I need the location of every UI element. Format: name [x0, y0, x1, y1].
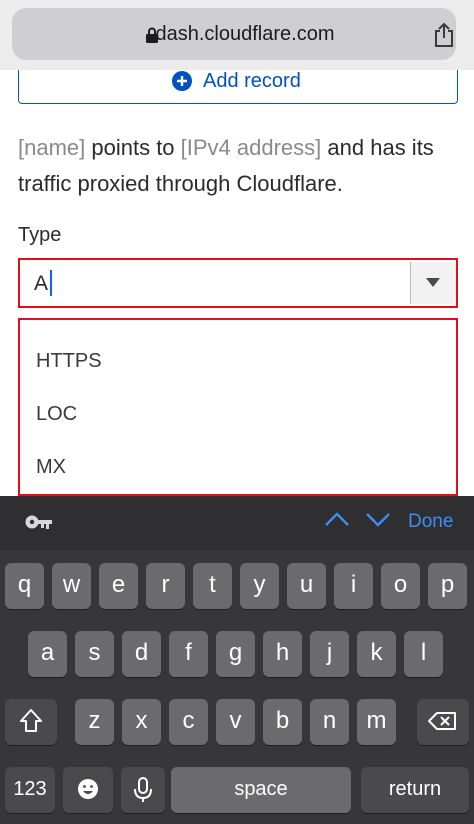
key-e[interactable]: e	[99, 563, 138, 609]
backspace-icon	[428, 712, 456, 730]
software-keyboard: q w e r t y u i o p a s d f g h j k l z …	[0, 550, 474, 824]
key-g[interactable]: g	[216, 631, 255, 677]
key-t[interactable]: t	[193, 563, 232, 609]
description-text: points to	[85, 135, 181, 160]
key-b[interactable]: b	[263, 699, 302, 745]
url-text: dash.cloudflare.com	[155, 23, 335, 45]
type-select-value[interactable]: A	[34, 272, 48, 296]
return-key[interactable]: return	[361, 767, 469, 813]
add-record-button[interactable]: Add record	[18, 70, 458, 104]
keyboard-accessory-bar: Done	[0, 496, 474, 550]
option-loc[interactable]: LOC	[36, 403, 77, 426]
key-w[interactable]: w	[52, 563, 91, 609]
key-j[interactable]: j	[310, 631, 349, 677]
key-a[interactable]: a	[28, 631, 67, 677]
key-icon[interactable]	[24, 512, 54, 532]
browser-toolbar: dash.cloudflare.com	[0, 0, 474, 70]
option-https[interactable]: HTTPS	[36, 350, 102, 373]
key-y[interactable]: y	[240, 563, 279, 609]
name-placeholder: [name]	[18, 135, 86, 160]
text-caret	[50, 270, 52, 296]
shift-key[interactable]	[5, 699, 57, 745]
record-description: [name] points to [IPv4 address] and has …	[18, 130, 458, 202]
ipv4-placeholder: [IPv4 address]	[180, 135, 322, 160]
key-c[interactable]: c	[169, 699, 208, 745]
emoji-key[interactable]	[63, 767, 113, 813]
key-d[interactable]: d	[122, 631, 161, 677]
share-icon[interactable]	[433, 22, 455, 48]
address-bar[interactable]: dash.cloudflare.com	[12, 8, 456, 60]
key-i[interactable]: i	[334, 563, 373, 609]
microphone-icon	[134, 777, 152, 802]
shift-icon	[20, 709, 42, 732]
key-n[interactable]: n	[310, 699, 349, 745]
select-toggle-button[interactable]	[411, 262, 456, 304]
chevron-down-icon	[426, 278, 440, 287]
space-key[interactable]: space	[171, 767, 351, 813]
key-s[interactable]: s	[75, 631, 114, 677]
option-mx[interactable]: MX	[36, 456, 66, 479]
numbers-key[interactable]: 123	[5, 767, 55, 813]
type-label: Type	[18, 224, 62, 246]
key-v[interactable]: v	[216, 699, 255, 745]
type-select[interactable]: A	[18, 258, 458, 308]
key-x[interactable]: x	[122, 699, 161, 745]
add-record-label: Add record	[203, 70, 301, 92]
key-r[interactable]: r	[146, 563, 185, 609]
key-p[interactable]: p	[428, 563, 467, 609]
dictation-key[interactable]	[121, 767, 165, 813]
key-z[interactable]: z	[75, 699, 114, 745]
key-m[interactable]: m	[357, 699, 396, 745]
emoji-icon	[78, 779, 98, 799]
plus-circle-icon	[172, 71, 192, 91]
type-dropdown-list: HTTPS LOC MX	[18, 318, 458, 496]
key-o[interactable]: o	[381, 563, 420, 609]
key-u[interactable]: u	[287, 563, 326, 609]
key-l[interactable]: l	[404, 631, 443, 677]
backspace-key[interactable]	[417, 699, 469, 745]
chevron-down-nav-icon[interactable]	[364, 510, 392, 528]
done-button[interactable]: Done	[408, 511, 453, 533]
key-k[interactable]: k	[357, 631, 396, 677]
key-q[interactable]: q	[5, 563, 44, 609]
chevron-up-icon[interactable]	[323, 510, 351, 528]
key-f[interactable]: f	[169, 631, 208, 677]
key-h[interactable]: h	[263, 631, 302, 677]
